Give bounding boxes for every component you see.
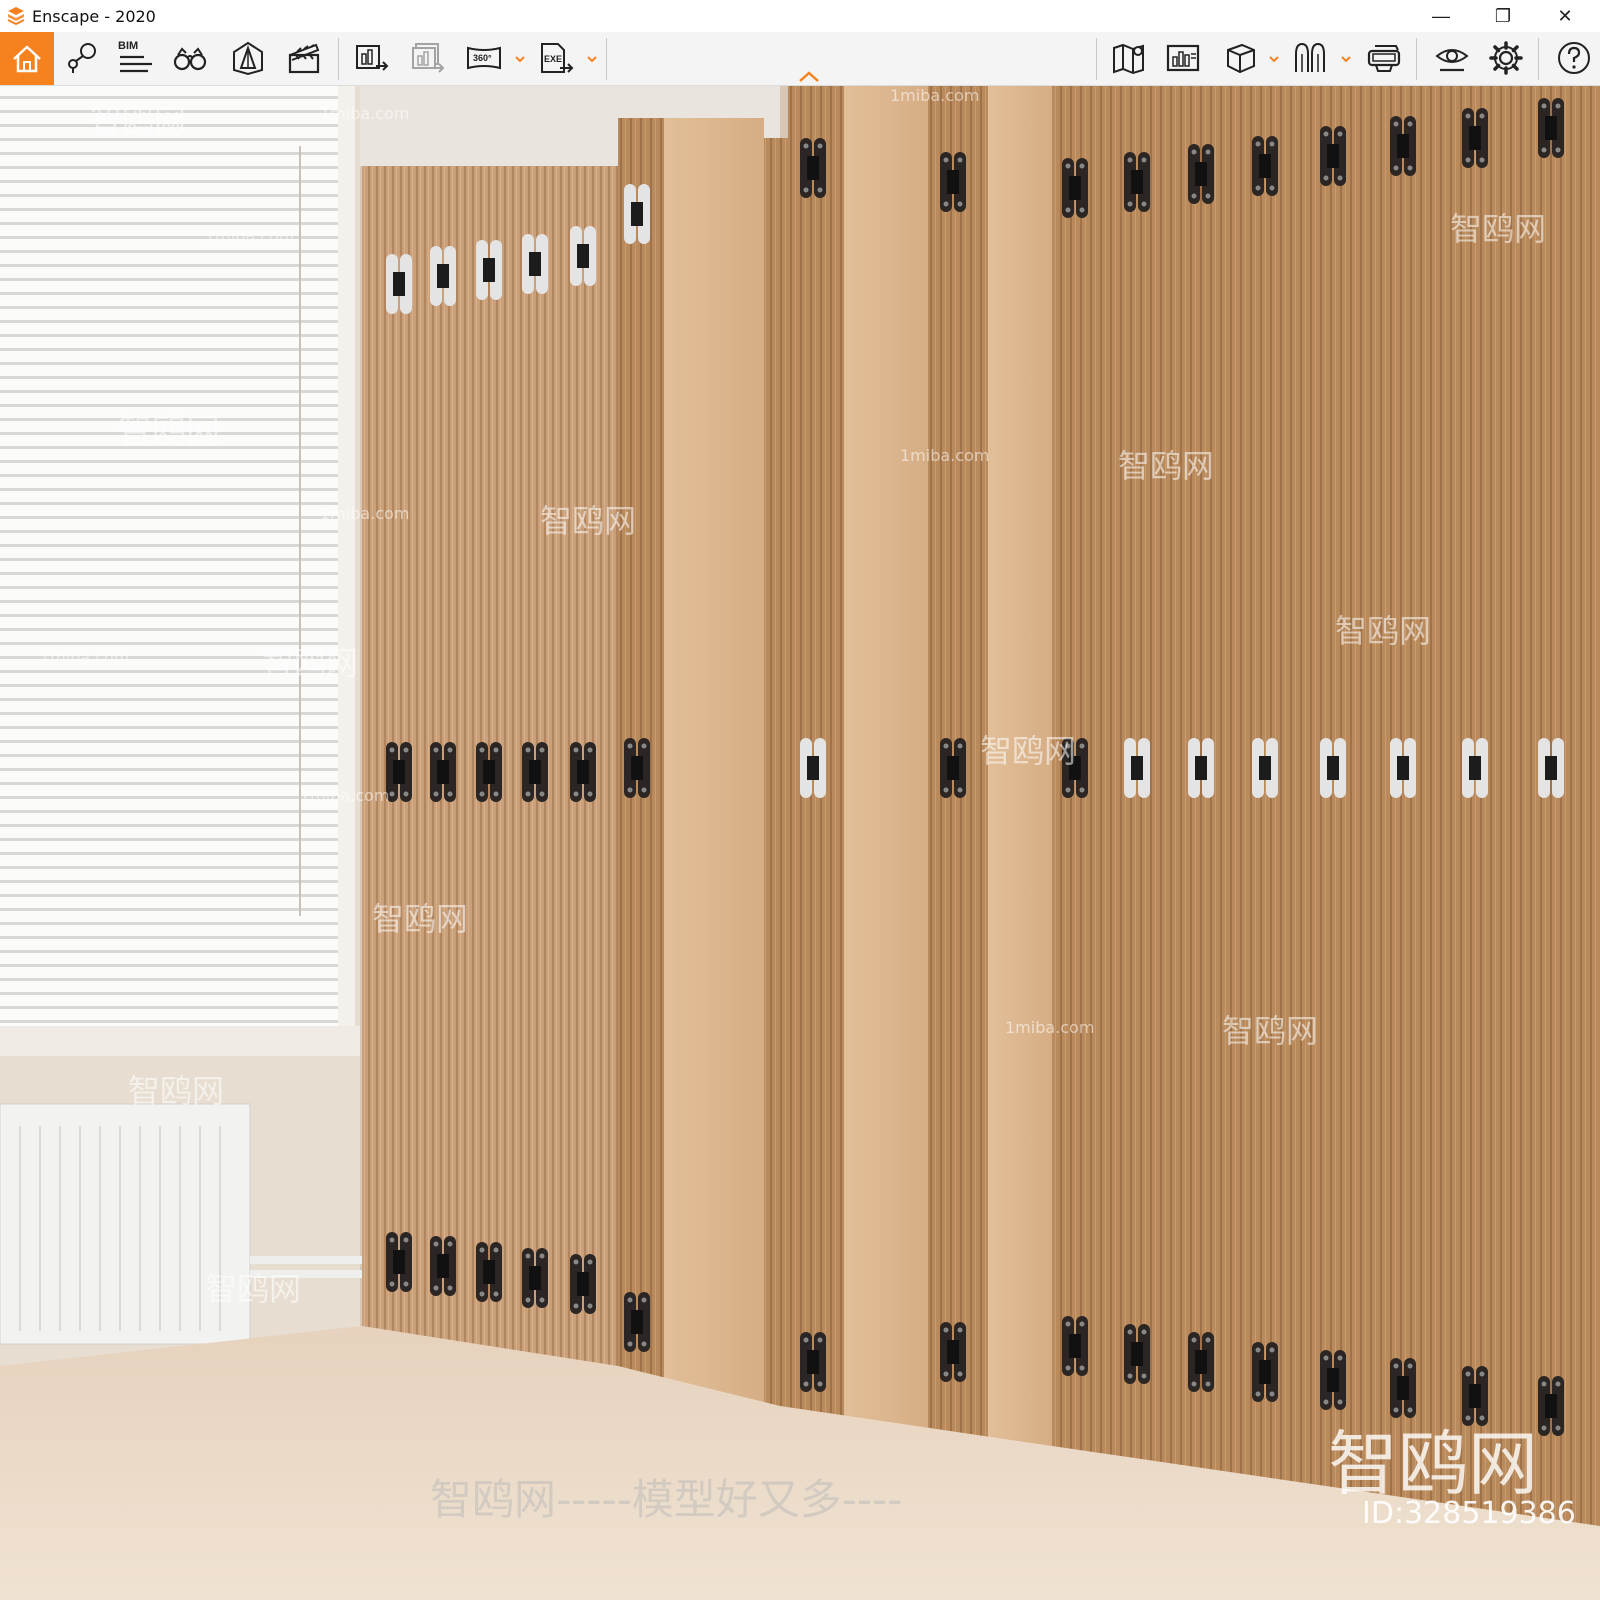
watermark-site: 1miba.com <box>1005 1018 1095 1037</box>
watermark-brand: 智鸥网 <box>540 502 637 540</box>
render-image-button[interactable] <box>350 38 394 78</box>
settings-gear-icon <box>1489 41 1523 75</box>
watermark-site: 1miba.com <box>900 446 990 465</box>
settings-button[interactable] <box>1484 38 1528 78</box>
watermark-brand: 智鸥网 <box>90 102 187 140</box>
restore-button[interactable]: ❐ <box>1472 0 1534 32</box>
watermark-image-id: ID:328519386 <box>1362 1496 1576 1531</box>
bim-info-button[interactable]: BIM <box>114 38 158 78</box>
cube-view-button[interactable] <box>1218 38 1262 78</box>
cube-dropdown-icon[interactable] <box>1268 54 1280 64</box>
help-button[interactable] <box>1552 38 1596 78</box>
asset-dropdown-icon[interactable] <box>1340 54 1352 64</box>
help-icon <box>1558 42 1590 74</box>
material-editor-icon <box>1166 44 1200 72</box>
title-bar: Enscape - 2020 — ❐ ✕ <box>0 0 1600 32</box>
perspective-view-icon <box>233 41 263 76</box>
map-button[interactable] <box>1107 38 1151 78</box>
close-icon: ✕ <box>1557 5 1573 26</box>
watermark-brand: 智鸥网 <box>1118 447 1215 485</box>
toolbar-separator <box>1416 38 1417 80</box>
render-panorama-icon <box>412 43 445 73</box>
vr-headset-icon <box>1367 45 1401 72</box>
watermark-site: 1miba.com <box>320 504 410 523</box>
render-panorama-button[interactable]: 360° <box>462 38 506 78</box>
export-standalone-button[interactable]: EXE <box>534 38 578 78</box>
material-editor-button[interactable] <box>1161 38 1205 78</box>
watermark-brand: 智鸥网 <box>118 412 220 452</box>
minimize-button[interactable]: — <box>1410 0 1472 32</box>
clapperboard-icon <box>288 43 320 74</box>
asset-library-button[interactable] <box>1288 38 1332 78</box>
watermark-brand: 智鸥网 <box>1222 1012 1319 1050</box>
watermark-site: 1miba.com <box>300 786 390 805</box>
restore-icon: ❐ <box>1494 5 1512 26</box>
watermark-site: 1miba.com <box>40 648 130 667</box>
svg-text:360°: 360° <box>473 53 492 63</box>
panel-edge-slab <box>664 118 764 1418</box>
watermark-brand: 智鸥网 <box>128 1072 225 1110</box>
svg-text:EXE: EXE <box>544 54 562 64</box>
window-title: Enscape - 2020 <box>32 6 156 26</box>
toolbar-separator <box>1538 38 1539 80</box>
watermark-site: 1miba.com <box>890 86 980 105</box>
watermark-site: 1miba.com <box>205 226 295 245</box>
toolbar-separator <box>338 38 339 80</box>
folding-panel-right <box>1052 86 1600 1526</box>
toolbar-separator <box>606 38 607 80</box>
watermark-brand-large: 智鸥网 <box>1328 1423 1538 1505</box>
enscape-logo-icon <box>7 7 25 26</box>
watermark-brand: 智鸥网 <box>1450 210 1547 248</box>
batch-render-icon <box>356 45 389 71</box>
folding-panel-center <box>844 86 928 1486</box>
cube-view-icon <box>1227 43 1255 74</box>
location-pin-icon <box>68 43 96 73</box>
watermark-brand: 智鸥网 <box>372 900 469 938</box>
export-360-icon: 360° <box>467 46 501 70</box>
export-dropdown-icon[interactable] <box>586 54 598 64</box>
batch-render-button[interactable] <box>406 38 450 78</box>
watermark-site: 1miba.com <box>320 104 410 123</box>
render-viewport[interactable]: 智鸥网 1miba.com 1miba.com 1miba.com 智鸥网 智鸥… <box>0 86 1600 1600</box>
scene-render <box>0 86 1600 1600</box>
watermark-slogan: 智鸥网-----模型好又多---- <box>430 1475 903 1524</box>
map-icon <box>1113 43 1144 75</box>
minimize-icon: — <box>1432 5 1450 26</box>
watermark-brand: 智鸥网 <box>262 644 359 682</box>
vr-headset-button[interactable] <box>1362 38 1406 78</box>
export-exe-icon: EXE <box>541 43 574 73</box>
watermark-brand: 智鸥网 <box>1335 612 1432 650</box>
asset-library-icon <box>1295 42 1325 72</box>
home-button[interactable] <box>0 32 54 85</box>
toolbar-separator <box>1096 38 1097 80</box>
walk-fly-mode-button[interactable] <box>168 38 212 78</box>
close-button[interactable]: ✕ <box>1534 0 1596 32</box>
view-management-button[interactable] <box>60 38 104 78</box>
collapse-toolbar-chevron-icon[interactable] <box>797 70 821 84</box>
visual-settings-button[interactable] <box>1430 38 1474 78</box>
watermark-brand: 智鸥网 <box>980 732 1077 770</box>
watermark-brand: 智鸥网 <box>205 1270 302 1308</box>
video-editor-button[interactable] <box>282 38 326 78</box>
panorama-dropdown-icon[interactable] <box>514 54 526 64</box>
bim-info-icon: BIM <box>118 40 154 76</box>
binoculars-icon <box>173 47 207 71</box>
two-point-perspective-button[interactable] <box>226 38 270 78</box>
home-icon <box>13 45 41 72</box>
visibility-eye-icon <box>1435 49 1469 72</box>
